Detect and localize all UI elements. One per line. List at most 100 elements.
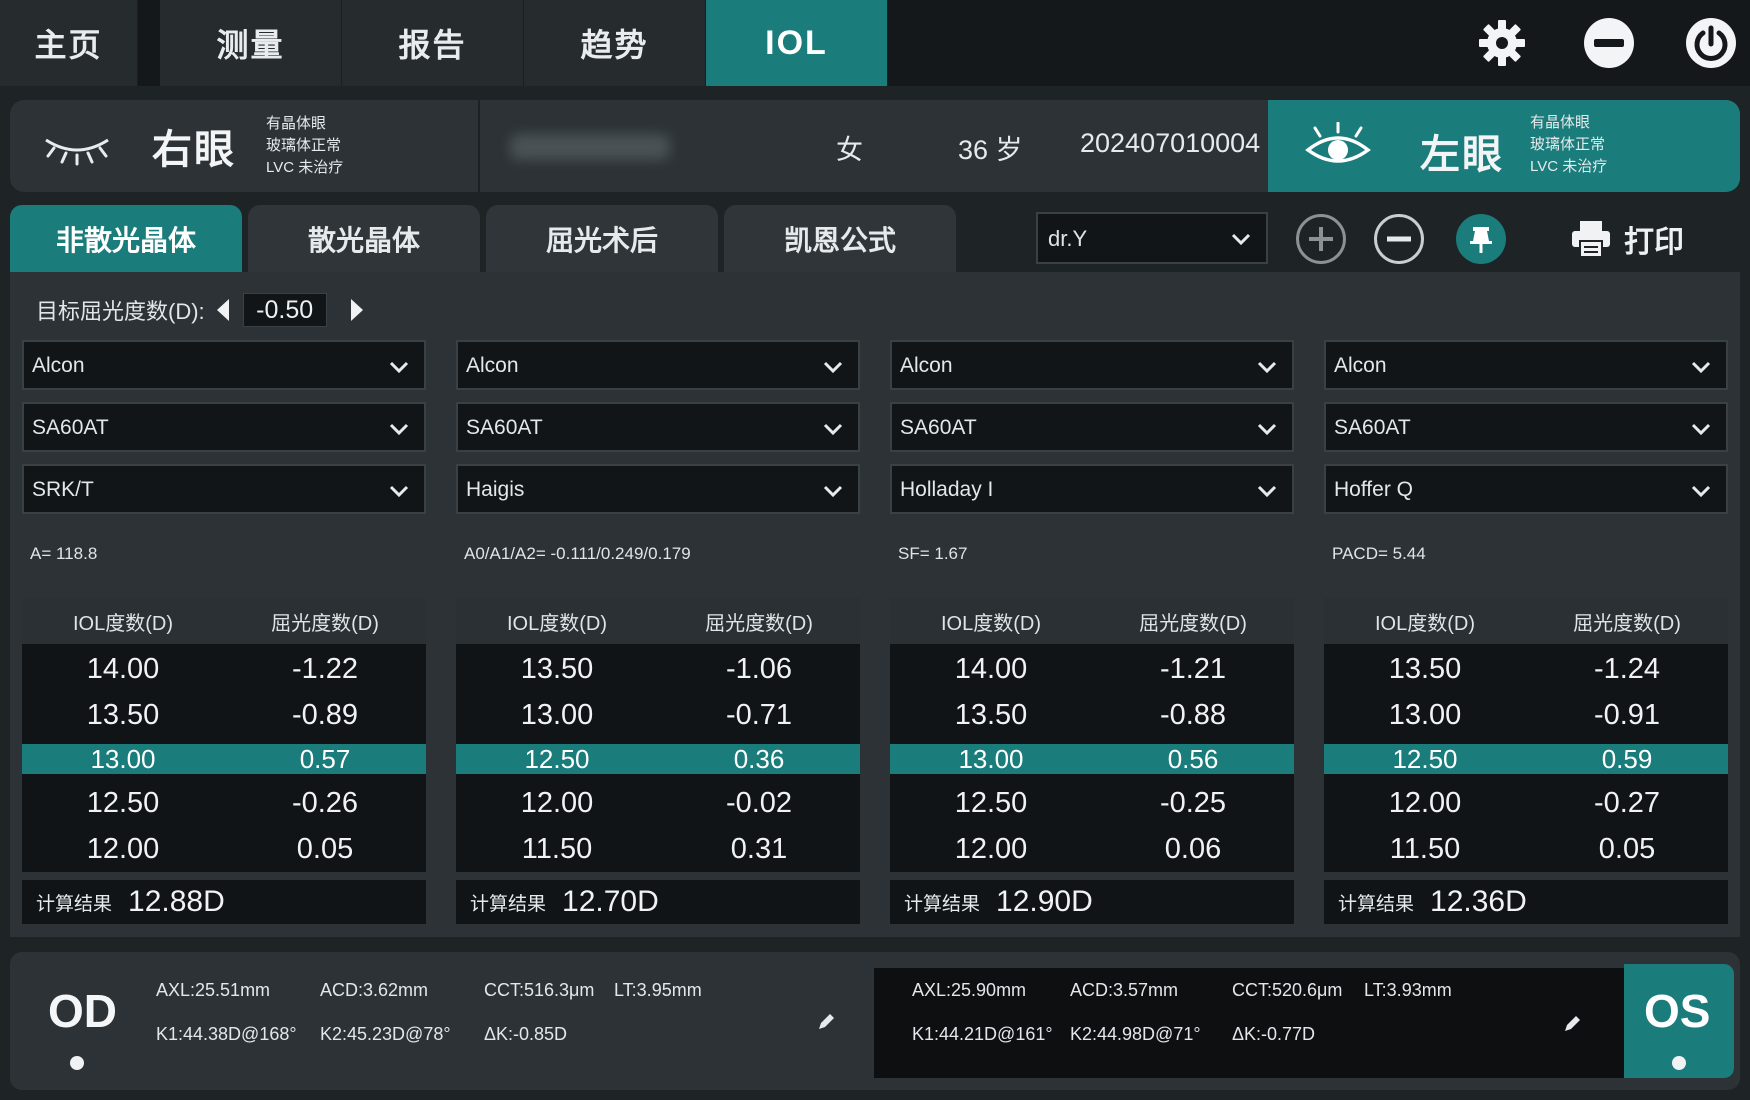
refraction-cell: -0.27 (1593, 786, 1661, 819)
power-table: IOL度数(D) 屈光度数(D) 13.50 -1.06 13.00 -0.71 12.50… (456, 598, 860, 924)
table-header: IOL度数(D) 屈光度数(D) (456, 598, 860, 644)
result-label: 计算结果 (1338, 893, 1415, 915)
refraction-cell: -0.71 (725, 698, 793, 731)
chevron-down-icon (823, 485, 843, 498)
table-row[interactable]: 11.50 0.31 (456, 826, 860, 872)
table-row[interactable]: 12.50 -0.25 (890, 780, 1294, 826)
doctor-select[interactable]: dr.Y (1036, 212, 1268, 264)
table-row[interactable]: 12.50 0.36 (456, 744, 860, 774)
manufacturer-select[interactable]: Alcon (22, 340, 426, 390)
formula-column: Alcon SA60AT Hoffer Q PACD= 5.44 IOL度数(D) 屈光度… (1324, 340, 1728, 924)
subtab-non-toric[interactable]: 非散光晶体 (10, 205, 242, 273)
table-row[interactable]: 12.00 -0.02 (456, 780, 860, 826)
table-row[interactable]: 11.50 0.05 (1324, 826, 1728, 872)
formula-select[interactable]: Hoffer Q (1324, 464, 1728, 514)
left-eye-status-lvc: LVC 未治疗 (1530, 158, 1608, 175)
iol-model-select[interactable]: SA60AT (456, 402, 860, 452)
subtab-toric[interactable]: 散光晶体 (248, 205, 480, 273)
iol-model-select[interactable]: SA60AT (22, 402, 426, 452)
od-label[interactable]: OD (48, 984, 117, 1038)
os-label: OS (1644, 985, 1711, 1037)
closed-eye-icon (45, 138, 109, 166)
tab-measure[interactable]: 测量 (160, 0, 342, 86)
table-row[interactable]: 13.00 0.56 (890, 744, 1294, 774)
result-value: 12.36D (1430, 885, 1527, 918)
right-eye-status-lvc: LVC 未治疗 (266, 159, 344, 176)
target-refraction-label: 目标屈光度数(D): (36, 299, 205, 324)
iol-model-value: SA60AT (900, 416, 977, 439)
table-row[interactable]: 13.00 -0.91 (1324, 692, 1728, 738)
os-acd: ACD:3.57mm (1070, 980, 1179, 1000)
table-row[interactable]: 13.50 -1.24 (1324, 646, 1728, 692)
table-row[interactable]: 14.00 -1.22 (22, 646, 426, 692)
target-refraction-value[interactable]: -0.50 (242, 293, 327, 327)
table-row[interactable]: 12.00 0.05 (22, 826, 426, 872)
right-eye-label: 右眼 (152, 128, 236, 172)
gear-icon[interactable] (1473, 14, 1531, 72)
pin-button[interactable] (1456, 214, 1506, 264)
manufacturer-select[interactable]: Alcon (890, 340, 1294, 390)
top-nav: 主页 测量 报告 趋势 IOL (0, 0, 1750, 86)
power-table: IOL度数(D) 屈光度数(D) 14.00 -1.22 13.50 -0.89 13.00… (22, 598, 426, 924)
edit-icon[interactable] (1562, 1014, 1582, 1034)
edit-icon[interactable] (816, 1012, 836, 1032)
subtab-post-refractive[interactable]: 屈光术后 (486, 205, 718, 273)
add-button[interactable] (1296, 214, 1346, 264)
tab-trend[interactable]: 趋势 (524, 0, 706, 86)
patient-bar: 右眼 有晶体眼 玻璃体正常 LVC 未治疗 女 36 岁 20240701000… (10, 100, 1740, 192)
table-row[interactable]: 12.50 -0.26 (22, 780, 426, 826)
formula-select[interactable]: Haigis (456, 464, 860, 514)
table-body: 14.00 -1.22 13.50 -0.89 13.00 0.57 12.50 -0.26 1… (22, 644, 426, 872)
result-value: 12.90D (996, 885, 1093, 918)
table-row[interactable]: 12.50 0.59 (1324, 744, 1728, 774)
power-table: IOL度数(D) 屈光度数(D) 13.50 -1.24 13.00 -0.91 12.50… (1324, 598, 1728, 924)
header-refraction: 屈光度数(D) (271, 612, 379, 635)
tab-report[interactable]: 报告 (342, 0, 524, 86)
minus-circle-icon[interactable] (1580, 14, 1638, 72)
tab-home[interactable]: 主页 (0, 0, 138, 86)
table-row[interactable]: 14.00 -1.21 (890, 646, 1294, 692)
left-eye-selector[interactable]: 左眼 有晶体眼 玻璃体正常 LVC 未治疗 (1268, 100, 1740, 192)
iol-power-cell: 12.50 (1392, 743, 1458, 774)
print-button[interactable]: 打印 (1570, 214, 1684, 264)
iol-model-select[interactable]: SA60AT (1324, 402, 1728, 452)
manufacturer-value: Alcon (1334, 354, 1387, 377)
refraction-cell: -0.88 (1159, 698, 1227, 731)
lens-constant: A= 118.8 (30, 544, 98, 563)
right-eye-selector[interactable]: 右眼 有晶体眼 玻璃体正常 LVC 未治疗 (40, 100, 343, 192)
formula-value: SRK/T (32, 478, 94, 501)
lens-constant: SF= 1.67 (898, 544, 968, 563)
table-row[interactable]: 12.00 -0.27 (1324, 780, 1728, 826)
manufacturer-select[interactable]: Alcon (456, 340, 860, 390)
table-row[interactable]: 13.50 -0.89 (22, 692, 426, 738)
biometry-bar: OD AXL:25.51mm ACD:3.62mm CCT:516.3μm LT… (10, 952, 1740, 1090)
chevron-down-icon (1691, 485, 1711, 498)
table-row[interactable]: 13.00 0.57 (22, 744, 426, 774)
chevron-down-icon (823, 423, 843, 436)
table-row[interactable]: 13.50 -1.06 (456, 646, 860, 692)
table-row[interactable]: 13.00 -0.71 (456, 692, 860, 738)
formula-select[interactable]: Holladay I (890, 464, 1294, 514)
manufacturer-value: Alcon (466, 354, 519, 377)
table-row[interactable]: 12.00 0.06 (890, 826, 1294, 872)
calculation-result: 计算结果 12.70D (456, 880, 860, 924)
patient-id: 202407010004 (1080, 128, 1261, 158)
formula-column: Alcon SA60AT Holladay I SF= 1.67 IOL度数(D) 屈光度… (890, 340, 1294, 924)
subtab-kane-formula[interactable]: 凯恩公式 (724, 205, 956, 273)
table-row[interactable]: 13.50 -0.88 (890, 692, 1294, 738)
formula-select[interactable]: SRK/T (22, 464, 426, 514)
increase-arrow-icon[interactable] (350, 299, 363, 321)
open-eye-icon (1305, 122, 1371, 163)
iol-power-cell: 14.00 (86, 652, 160, 685)
iol-model-value: SA60AT (1334, 416, 1411, 439)
decrease-arrow-icon[interactable] (216, 299, 229, 321)
os-lt: LT:3.93mm (1364, 980, 1452, 1000)
iol-model-select[interactable]: SA60AT (890, 402, 1294, 452)
tab-iol[interactable]: IOL (706, 0, 888, 86)
refraction-cell: -1.06 (725, 652, 793, 685)
manufacturer-select[interactable]: Alcon (1324, 340, 1728, 390)
header-refraction: 屈光度数(D) (705, 612, 813, 635)
power-icon[interactable] (1682, 14, 1740, 72)
os-selector[interactable]: OS (1624, 964, 1734, 1078)
remove-button[interactable] (1374, 214, 1424, 264)
